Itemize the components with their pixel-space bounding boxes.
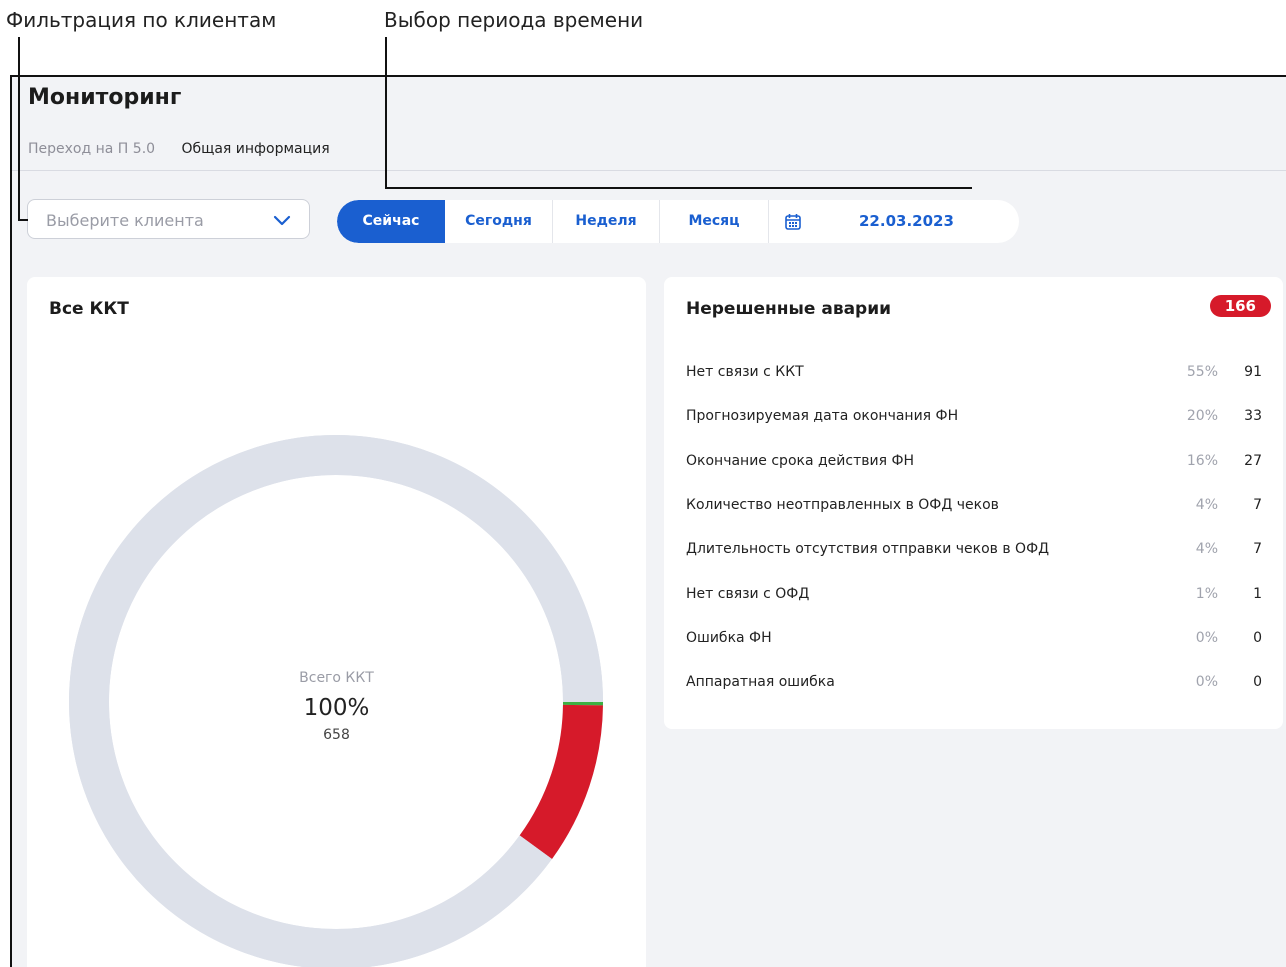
alarm-row[interactable]: Нет связи с ККТ 55% 91 [686,364,1262,386]
alarm-label: Ошибка ФН [686,630,772,646]
alarm-label: Окончание срока действия ФН [686,453,915,469]
alarm-percent: 16% [1186,453,1218,469]
alarm-percent: 1% [1195,586,1218,602]
alarm-label: Аппаратная ошибка [686,674,835,690]
alarm-label: Нет связи с ККТ [686,364,804,380]
alarm-count: 0 [1253,674,1262,690]
alarm-percent: 4% [1195,541,1218,557]
client-select[interactable]: Выберите клиента [27,199,310,239]
tab-general-info[interactable]: Общая информация [182,141,330,157]
alarm-row[interactable]: Аппаратная ошибка 0% 0 [686,674,1262,696]
callout-line [18,37,20,220]
alarm-count: 1 [1253,586,1262,602]
callout-line [385,37,387,189]
donut-center-total: 658 [323,727,350,743]
kkt-donut-chart [69,435,603,967]
period-today-button[interactable]: Сегодня [445,200,553,243]
callout-line [10,75,1286,77]
alarm-percent: 0% [1195,630,1218,646]
alarms-count-badge: 166 [1209,295,1271,317]
donut-center-label: Всего ККТ [299,670,374,686]
alarm-count: 7 [1253,541,1262,557]
callout-line [18,219,28,221]
alarm-count: 7 [1253,497,1262,513]
alarm-label: Количество неотправленных в ОФД чеков [686,497,999,513]
alarm-row[interactable]: Окончание срока действия ФН 16% 27 [686,453,1262,475]
selected-date[interactable]: 22.03.2023 [859,200,954,243]
monitoring-app: Мониторинг Переход на П 5.0 Общая информ… [10,75,1286,967]
callout-line [10,75,12,967]
donut-center-percent: 100% [303,695,370,721]
alarm-percent: 20% [1186,408,1218,424]
annotation-client-filter: Фильтрация по клиентам [6,8,277,32]
tab-transition-p5[interactable]: Переход на П 5.0 [28,141,155,157]
page-title: Мониторинг [28,85,182,110]
period-month-button[interactable]: Месяц [660,200,769,243]
tabs-divider [10,170,1286,171]
annotation-period-select: Выбор периода времени [384,8,644,32]
alarm-row[interactable]: Длительность отсутствия отправки чеков в… [686,541,1262,563]
period-now-button[interactable]: Сейчас [337,200,445,243]
alarm-count: 33 [1244,408,1262,424]
unresolved-alarms-card: Нерешенные аварии 166 Нет связи с ККТ 55… [664,277,1283,729]
alarm-percent: 4% [1195,497,1218,513]
client-select-placeholder: Выберите клиента [46,211,204,230]
alarm-percent: 0% [1195,674,1218,690]
tabs: Переход на П 5.0 Общая информация [28,141,352,157]
alarm-row[interactable]: Ошибка ФН 0% 0 [686,630,1262,652]
alarm-count: 0 [1253,630,1262,646]
all-kkt-card: Все ККТ Всего ККТ 100% 658 [27,277,646,967]
alarm-label: Прогнозируемая дата окончания ФН [686,408,959,424]
alarm-count: 27 [1244,453,1262,469]
period-selector: Сейчас Сегодня Неделя Месяц 22.03.2023 [337,200,1019,243]
alarm-label: Нет связи с ОФД [686,586,810,602]
alarm-row[interactable]: Прогнозируемая дата окончания ФН 20% 33 [686,408,1262,430]
calendar-icon[interactable] [785,213,801,234]
alarm-count: 91 [1244,364,1262,380]
alarm-percent: 55% [1186,364,1218,380]
alarm-row[interactable]: Нет связи с ОФД 1% 1 [686,586,1262,608]
alarm-label: Длительность отсутствия отправки чеков в… [686,541,1050,557]
period-week-button[interactable]: Неделя [553,200,660,243]
chevron-down-icon [273,212,291,231]
alarm-row[interactable]: Количество неотправленных в ОФД чеков 4%… [686,497,1262,519]
unresolved-alarms-title: Нерешенные аварии [686,299,892,319]
callout-line [385,187,972,189]
